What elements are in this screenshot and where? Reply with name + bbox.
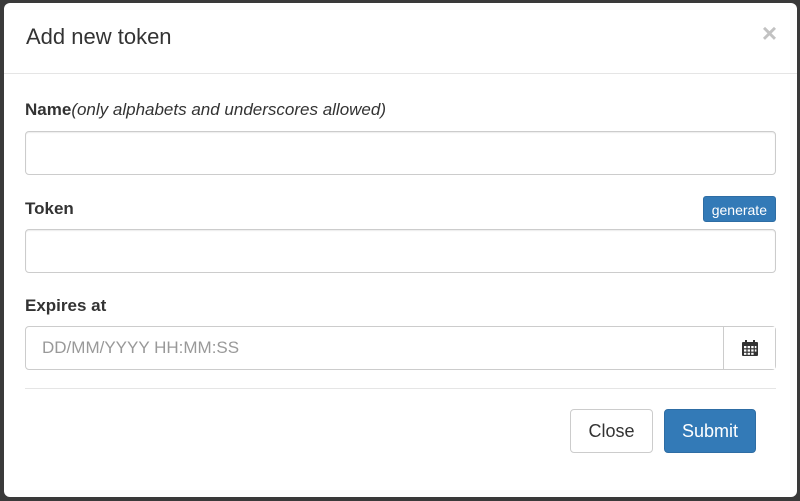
calendar-icon — [741, 340, 758, 356]
name-hint: (only alphabets and underscores allowed) — [71, 100, 387, 119]
expires-input-group: DD/MM/YYYY HH:MM:SS — [25, 326, 776, 370]
footer-divider — [25, 388, 776, 389]
expires-label: Expires at — [25, 296, 107, 315]
modal-header: Add new token × — [4, 3, 797, 74]
close-icon[interactable]: × — [762, 20, 777, 46]
modal-title: Add new token — [26, 24, 172, 49]
close-button[interactable]: Close — [570, 409, 653, 453]
generate-button[interactable]: generate — [702, 196, 776, 222]
token-label: Token — [25, 199, 74, 218]
expires-input[interactable]: DD/MM/YYYY HH:MM:SS — [26, 327, 723, 369]
submit-button[interactable]: Submit — [664, 409, 756, 453]
name-label-text: Name — [25, 100, 72, 119]
name-input[interactable] — [25, 131, 776, 175]
name-label: Name(only alphabets and underscores allo… — [25, 100, 386, 120]
token-input[interactable] — [25, 229, 776, 273]
calendar-button[interactable] — [723, 327, 775, 369]
add-token-modal: Add new token × Name(only alphabets and … — [4, 3, 797, 497]
